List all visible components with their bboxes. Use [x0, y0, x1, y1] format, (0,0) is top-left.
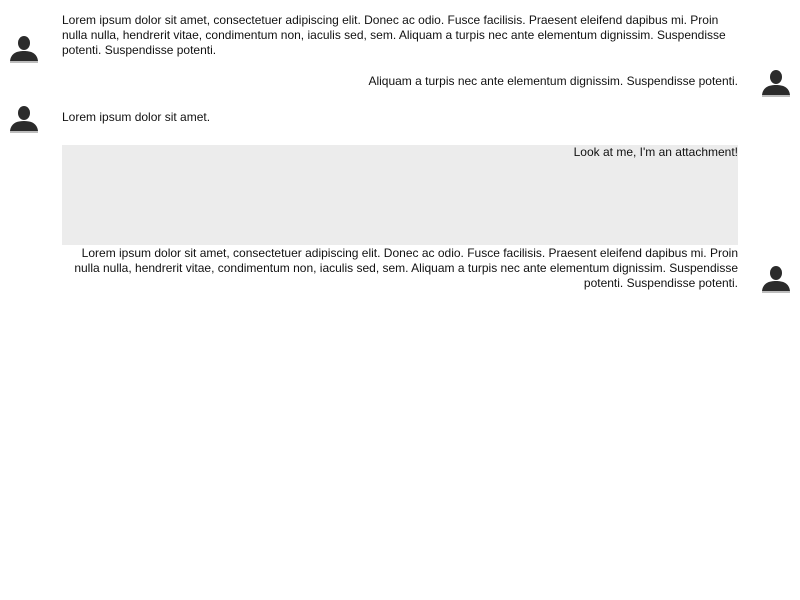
message-text: Lorem ipsum dolor sit amet.: [62, 110, 211, 124]
attachment-box[interactable]: Look at me, I'm an attachment!: [62, 145, 738, 245]
message-text: Lorem ipsum dolor sit amet, consectetuer…: [74, 246, 738, 290]
avatar-user-icon: [8, 34, 40, 66]
message-text: Aliquam a turpis nec ante elementum dign…: [368, 74, 738, 88]
attachment-label: Look at me, I'm an attachment!: [573, 145, 738, 159]
avatar-contact-icon: [760, 264, 792, 296]
avatar-contact-icon: [760, 68, 792, 100]
chat-thread: Lorem ipsum dolor sit amet, consectetuer…: [0, 0, 800, 600]
message-text: Lorem ipsum dolor sit amet, consectetuer…: [62, 13, 726, 57]
avatar-user-icon: [8, 104, 40, 136]
